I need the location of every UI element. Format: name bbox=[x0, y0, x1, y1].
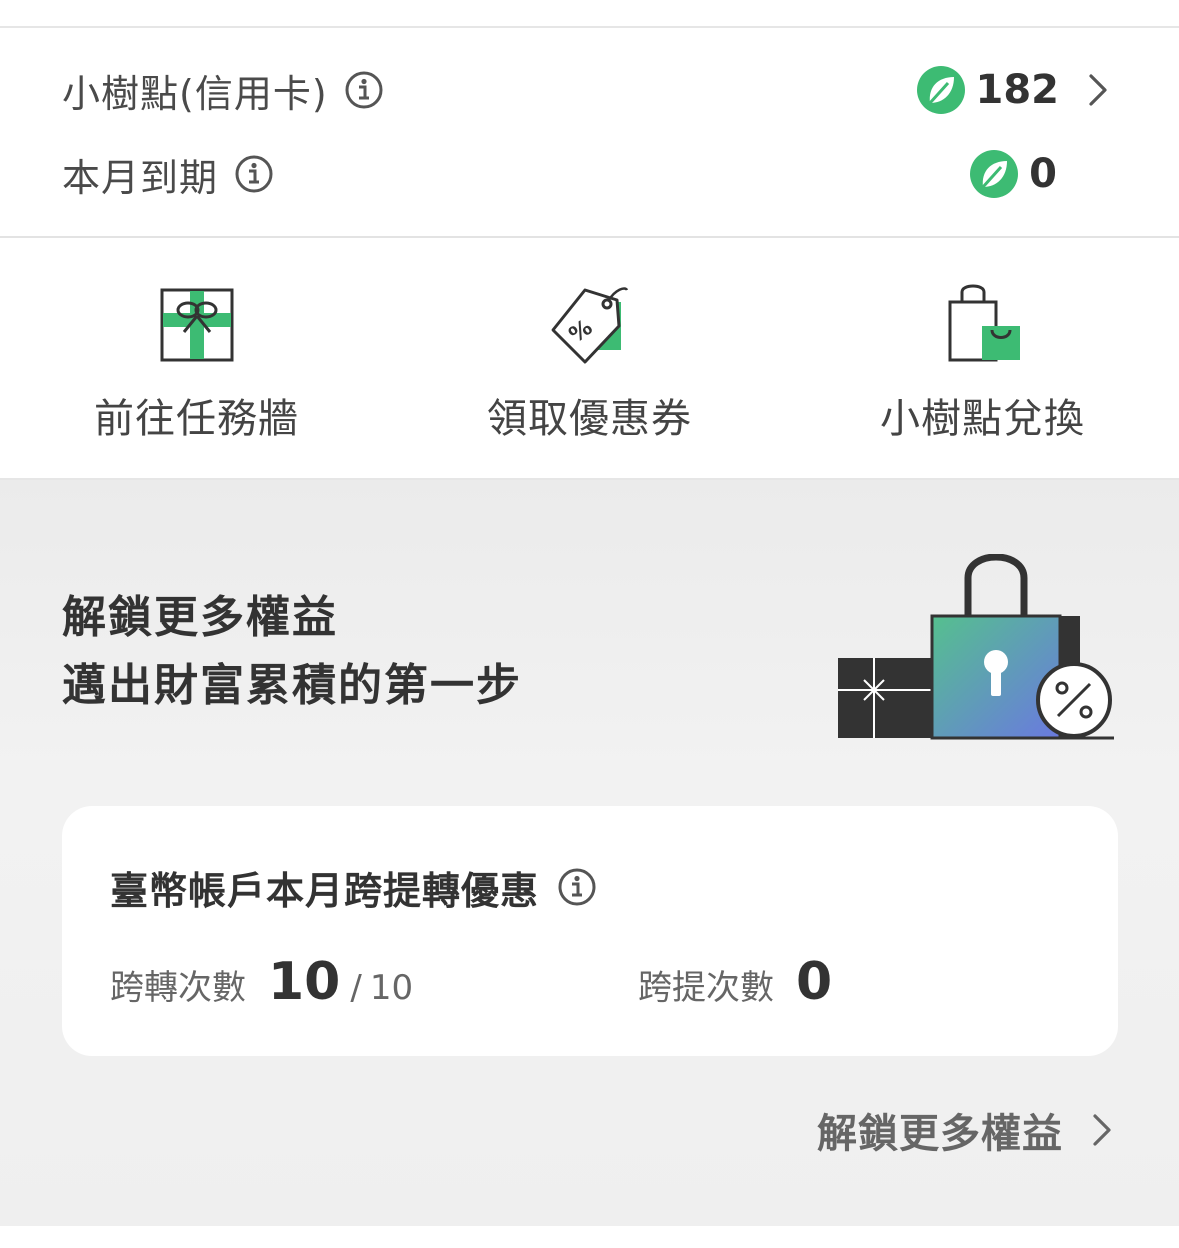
unlock-more-label: 解鎖更多權益 bbox=[817, 1111, 1063, 1157]
points-balance-value-group[interactable]: 182 bbox=[916, 60, 1114, 120]
points-expiring-label: 本月到期 bbox=[62, 155, 219, 200]
shopping-bag-icon bbox=[948, 284, 1020, 362]
withdraw-stat: 跨提次數 0 bbox=[638, 952, 832, 1012]
action-get-coupon[interactable]: % 領取優惠券 bbox=[393, 238, 786, 478]
leaf-icon bbox=[970, 150, 1019, 198]
action-task-wall[interactable]: 前往任務牆 bbox=[0, 238, 393, 478]
points-balance-label-group: 小樹點(信用卡) bbox=[62, 60, 384, 120]
unlock-more-link[interactable]: 解鎖更多權益 bbox=[817, 1100, 1117, 1160]
card-title: 臺幣帳戶本月跨提轉優惠 bbox=[110, 868, 540, 913]
points-balance-value: 182 bbox=[975, 67, 1060, 113]
info-icon[interactable] bbox=[344, 70, 384, 110]
chevron-right-icon[interactable] bbox=[1085, 70, 1113, 110]
info-icon[interactable] bbox=[557, 867, 597, 907]
transfer-count-label: 跨轉次數 bbox=[110, 968, 246, 1008]
points-expiring-label-group: 本月到期 bbox=[62, 144, 274, 204]
benefits-section: 解鎖更多權益 邁出財富累積的第一步 臺幣帳戶本月跨提轉優惠 跨轉次數 10 / … bbox=[0, 480, 1179, 1226]
action-get-coupon-label: 領取優惠券 bbox=[487, 396, 692, 442]
headline-line-2: 邁出財富累積的第一步 bbox=[62, 660, 522, 711]
withdraw-count-label: 跨提次數 bbox=[638, 968, 774, 1008]
top-strip bbox=[0, 0, 1179, 28]
transfer-count-value: 10 bbox=[268, 952, 341, 1012]
coupon-tag-icon: % bbox=[551, 287, 628, 364]
points-balance-row[interactable]: 小樹點(信用卡) 182 bbox=[0, 60, 1179, 120]
transfer-stat: 跨轉次數 10 / 10 bbox=[110, 952, 413, 1012]
info-icon[interactable] bbox=[234, 154, 274, 194]
card-title-group: 臺幣帳戶本月跨提轉優惠 bbox=[110, 860, 597, 914]
transfer-count-total: 10 bbox=[369, 968, 414, 1008]
quick-actions: 前往任務牆 % 領取優惠券 小樹點兌換 bbox=[0, 238, 1179, 480]
action-points-redeem[interactable]: 小樹點兌換 bbox=[786, 238, 1179, 478]
leaf-icon bbox=[916, 66, 965, 114]
points-summary: 小樹點(信用卡) 182 本月到期 0 bbox=[0, 28, 1179, 238]
points-balance-label: 小樹點(信用卡) bbox=[62, 71, 328, 116]
action-task-wall-label: 前往任務牆 bbox=[94, 396, 299, 442]
points-expiring-value: 0 bbox=[1029, 151, 1057, 197]
bottom-strip bbox=[0, 1226, 1179, 1248]
benefits-headline: 解鎖更多權益 邁出財富累積的第一步 bbox=[62, 584, 522, 720]
withdraw-count-value: 0 bbox=[796, 952, 833, 1012]
points-expiring-value-group: 0 bbox=[969, 144, 1057, 204]
chevron-right-icon bbox=[1093, 1114, 1111, 1146]
headline-line-1: 解鎖更多權益 bbox=[62, 592, 338, 643]
gift-icon bbox=[160, 288, 233, 362]
action-points-redeem-label: 小樹點兌換 bbox=[880, 396, 1085, 442]
transfer-benefit-card: 臺幣帳戶本月跨提轉優惠 跨轉次數 10 / 10 跨提次數 0 bbox=[62, 806, 1118, 1056]
locked-bag-illustration bbox=[838, 554, 1114, 740]
points-expiring-row: 本月到期 0 bbox=[0, 144, 1179, 204]
transfer-count-separator: / bbox=[350, 968, 362, 1008]
